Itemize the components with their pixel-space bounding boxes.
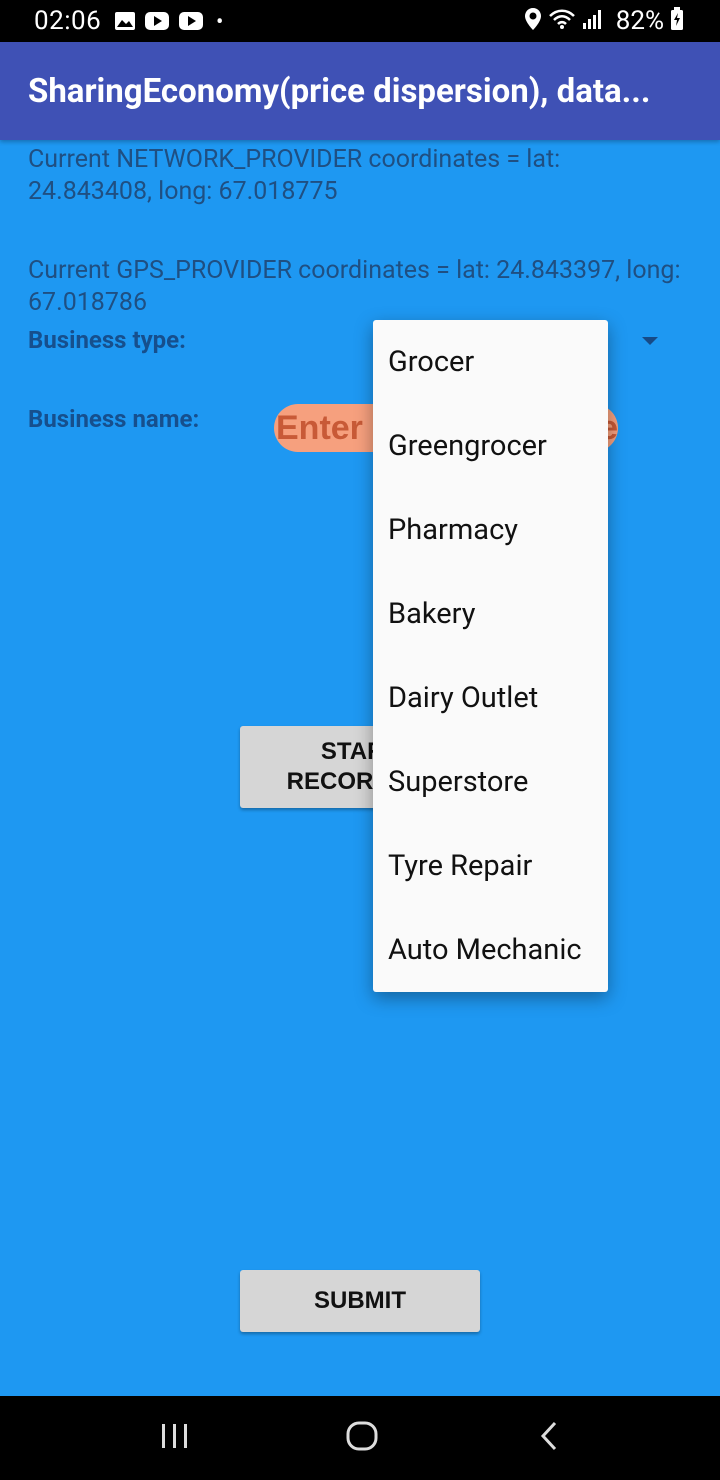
network-coordinates-text: Current NETWORK_PROVIDER coordinates = l… <box>28 145 561 206</box>
dropdown-option-auto-mechanic[interactable]: Auto Mechanic <box>373 908 608 992</box>
dropdown-arrow-icon[interactable] <box>642 337 658 345</box>
dropdown-option-superstore[interactable]: Superstore <box>373 740 608 824</box>
status-bar: 02:06 • 82% <box>0 0 720 42</box>
status-time: 02:06 <box>34 6 102 36</box>
dropdown-option-greengrocer[interactable]: Greengrocer <box>373 404 608 488</box>
business-name-label: Business name: <box>28 405 200 433</box>
business-type-dropdown: Grocer Greengrocer Pharmacy Bakery Dairy… <box>373 320 608 992</box>
submit-button[interactable]: SUBMIT <box>240 1270 480 1332</box>
back-icon[interactable] <box>534 1416 568 1460</box>
wifi-icon <box>548 8 576 34</box>
battery-percent: 82% <box>615 6 664 36</box>
gallery-icon <box>114 11 136 35</box>
youtube-icon <box>178 11 204 35</box>
navigation-bar <box>0 1396 720 1480</box>
signal-icon <box>582 8 604 34</box>
business-type-label: Business type: <box>28 326 186 354</box>
recent-apps-icon[interactable] <box>158 1416 192 1460</box>
notification-icons: • <box>114 10 223 35</box>
location-icon <box>524 7 542 35</box>
dropdown-option-bakery[interactable]: Bakery <box>373 572 608 656</box>
dropdown-option-tyre-repair[interactable]: Tyre Repair <box>373 824 608 908</box>
home-icon[interactable] <box>342 1416 382 1460</box>
battery-icon <box>670 7 684 35</box>
dropdown-option-dairy-outlet[interactable]: Dairy Outlet <box>373 656 608 740</box>
gps-coordinates-text: Current GPS_PROVIDER coordinates = lat: … <box>28 256 681 317</box>
youtube-icon <box>144 11 170 35</box>
more-notifications-dot: • <box>216 10 224 35</box>
app-title: SharingEconomy(price dispersion), data..… <box>28 72 651 111</box>
dropdown-option-grocer[interactable]: Grocer <box>373 320 608 404</box>
dropdown-option-pharmacy[interactable]: Pharmacy <box>373 488 608 572</box>
app-bar: SharingEconomy(price dispersion), data..… <box>0 42 720 140</box>
system-icons: 82% <box>524 6 684 36</box>
